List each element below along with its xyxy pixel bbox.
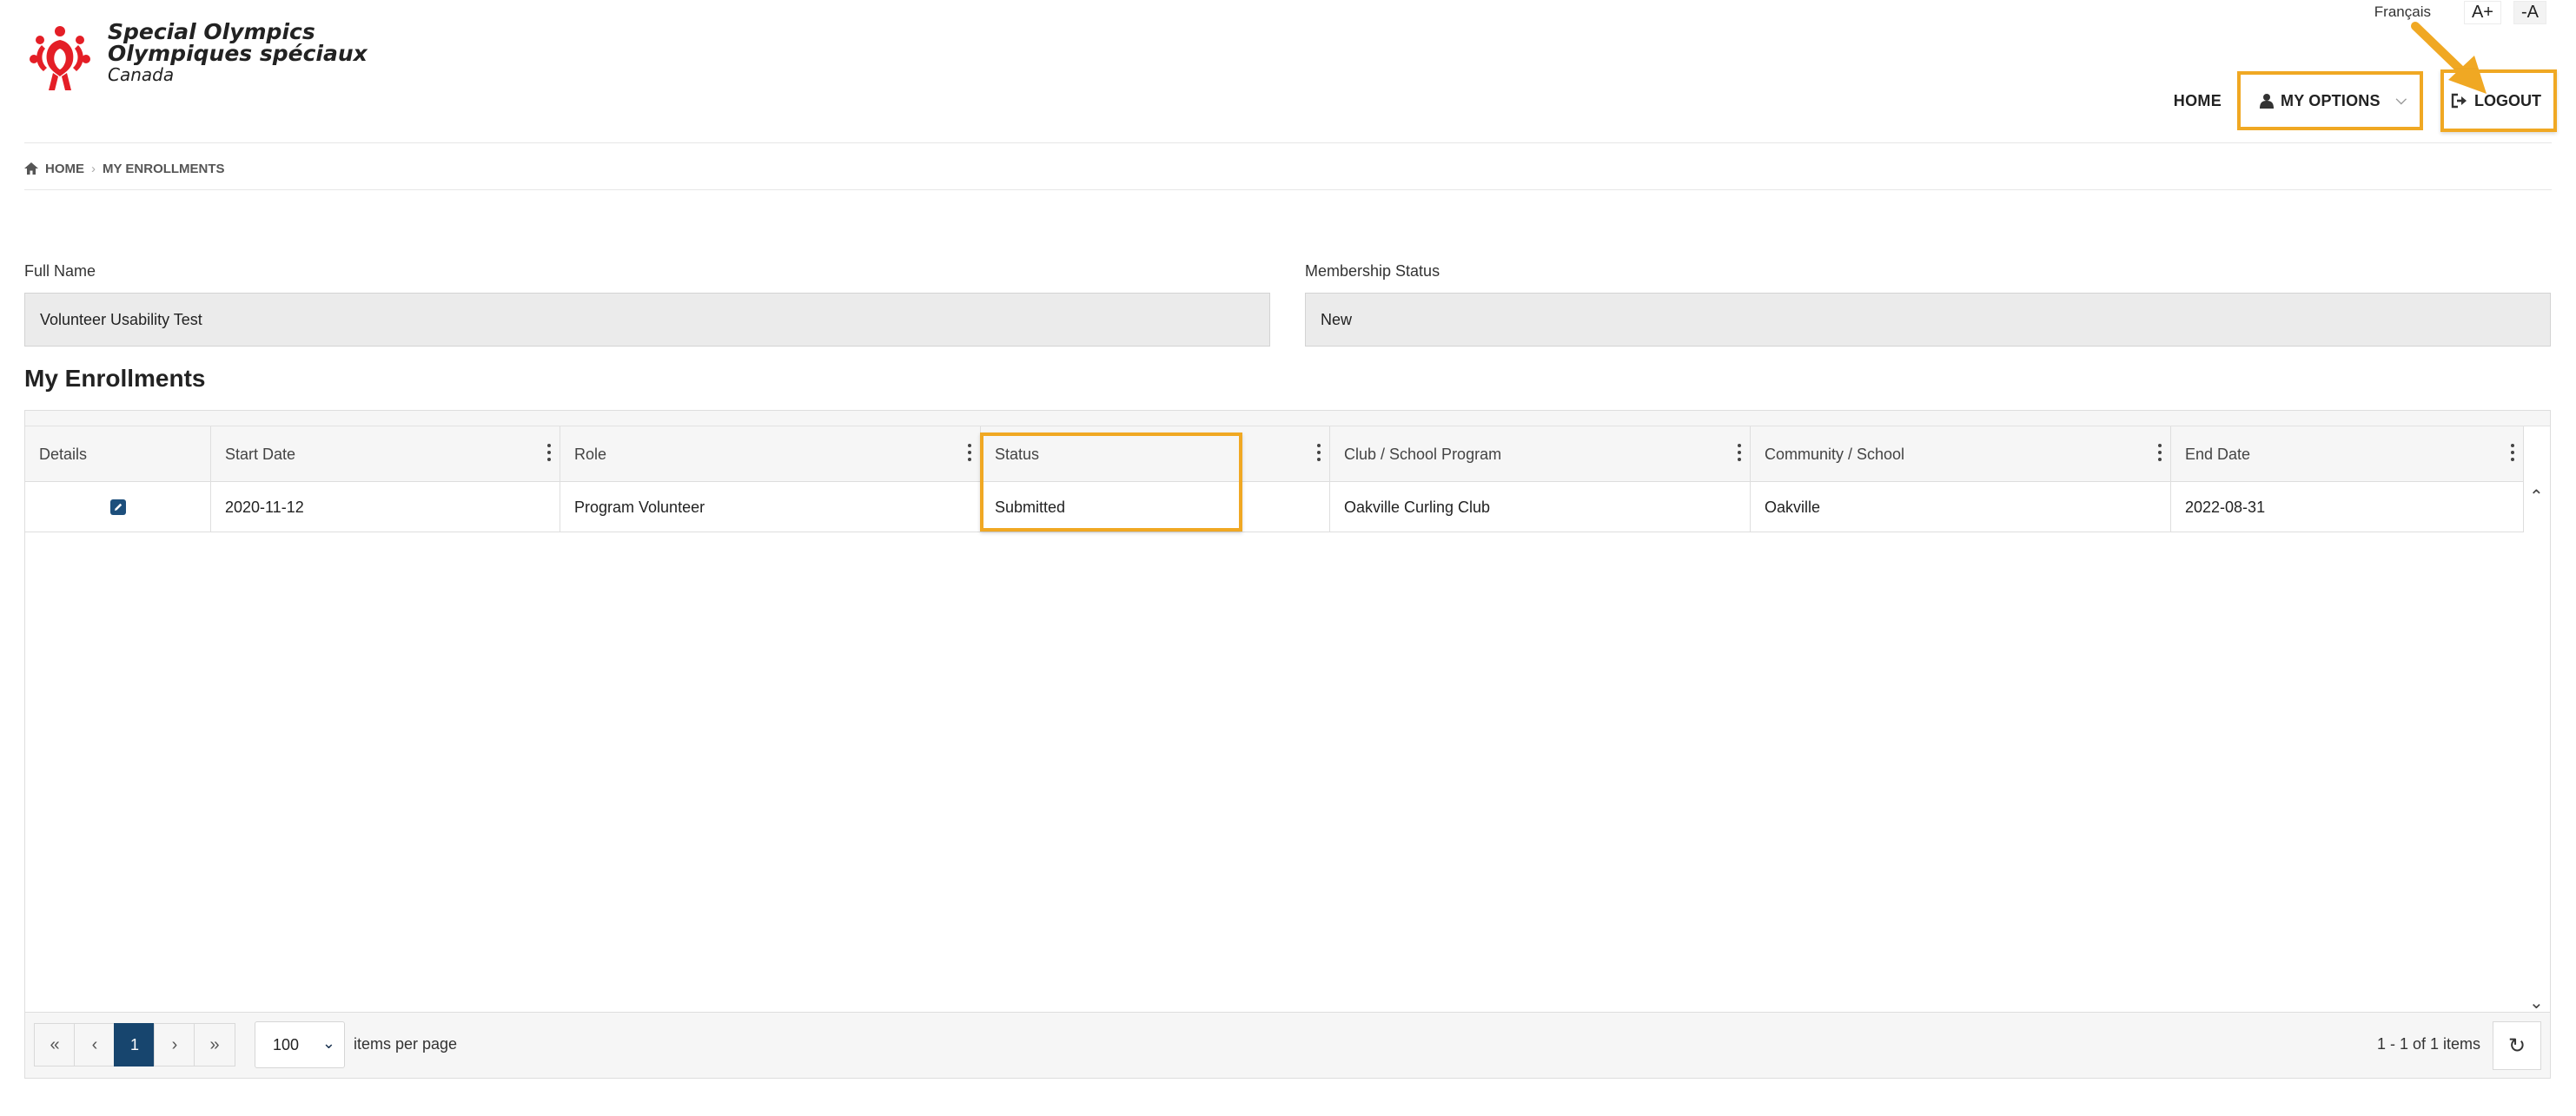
column-menu-icon[interactable] bbox=[2511, 444, 2514, 461]
my-options-label: MY OPTIONS bbox=[2281, 91, 2381, 109]
brand-name: Special Olympics Olympiques spéciaux Can… bbox=[108, 21, 368, 85]
home-icon[interactable] bbox=[24, 162, 38, 175]
logout-button[interactable]: LOGOUT bbox=[2440, 69, 2557, 132]
brand-line-french: Olympiques spéciaux bbox=[108, 41, 368, 66]
cell-community: Oakville bbox=[1751, 482, 2171, 532]
column-header-end-date[interactable]: End Date bbox=[2171, 426, 2524, 482]
column-header-status[interactable]: Status bbox=[981, 426, 1330, 482]
column-menu-icon[interactable] bbox=[1738, 444, 1741, 461]
breadcrumb-home-link[interactable]: HOME bbox=[45, 162, 84, 176]
column-menu-icon[interactable] bbox=[2158, 444, 2162, 461]
column-header-label: Community / School bbox=[1765, 445, 1905, 463]
my-options-menu[interactable]: MY OPTIONS ⌵ bbox=[2237, 71, 2423, 130]
refresh-icon[interactable]: ↻ bbox=[2493, 1021, 2541, 1070]
next-page-icon[interactable]: › bbox=[154, 1023, 195, 1066]
column-header-label: Status bbox=[995, 445, 1040, 463]
enrollments-grid: Details Start Date Role Status Club / Sc… bbox=[24, 410, 2551, 1079]
column-header-label: End Date bbox=[2185, 445, 2251, 463]
column-header-community[interactable]: Community / School bbox=[1751, 426, 2171, 482]
page-size-value: 100 bbox=[273, 1035, 300, 1053]
breadcrumb-separator-icon: › bbox=[91, 161, 96, 176]
brand-logo[interactable]: Special Olympics Olympiques spéciaux Can… bbox=[24, 19, 389, 99]
page-title: My Enrollments bbox=[24, 365, 206, 392]
chevron-down-icon: ⌄ bbox=[321, 1034, 335, 1052]
cell-details bbox=[25, 482, 211, 532]
cell-role: Program Volunteer bbox=[560, 482, 981, 532]
column-header-club[interactable]: Club / School Program bbox=[1330, 426, 1751, 482]
column-menu-icon[interactable] bbox=[1317, 444, 1321, 461]
edit-icon[interactable] bbox=[109, 499, 126, 515]
language-toggle-link[interactable]: Français bbox=[2374, 3, 2431, 21]
column-header-role[interactable]: Role bbox=[560, 426, 981, 482]
grid-toolbar bbox=[25, 411, 2550, 426]
column-header-label: Start Date bbox=[225, 445, 296, 463]
cell-end-date: 2022-08-31 bbox=[2171, 482, 2524, 532]
scroll-down-icon[interactable]: ⌄ bbox=[2529, 992, 2544, 1014]
cell-club: Oakville Curling Club bbox=[1330, 482, 1751, 532]
page-size-select[interactable]: 100 ⌄ bbox=[255, 1021, 345, 1068]
full-name-field[interactable]: Volunteer Usability Test bbox=[24, 293, 1270, 347]
vertical-scrollbar[interactable]: ⌃ ⌄ bbox=[2524, 482, 2550, 1014]
brand-line-english: Special Olympics bbox=[108, 19, 315, 44]
logout-label: LOGOUT bbox=[2474, 91, 2541, 109]
previous-page-icon[interactable]: ‹ bbox=[74, 1023, 116, 1066]
sign-out-icon bbox=[2451, 93, 2467, 109]
column-menu-icon[interactable] bbox=[547, 444, 551, 461]
column-header-label: Club / School Program bbox=[1344, 445, 1502, 463]
special-olympics-logo-icon bbox=[30, 26, 90, 90]
items-per-page-label: items per page bbox=[354, 1035, 458, 1053]
page-number-button[interactable]: 1 bbox=[114, 1023, 156, 1066]
cell-start-date: 2020-11-12 bbox=[211, 482, 560, 532]
column-menu-icon[interactable] bbox=[968, 444, 971, 461]
breadcrumb-divider bbox=[24, 189, 2552, 190]
membership-status-label: Membership Status bbox=[1305, 262, 1440, 280]
table-row: 2020-11-12 Program Volunteer Submitted O… bbox=[25, 482, 2524, 532]
nav-home-link[interactable]: HOME bbox=[2174, 92, 2222, 110]
grid-header: Details Start Date Role Status Club / Sc… bbox=[25, 426, 2524, 482]
membership-status-field[interactable]: New bbox=[1305, 293, 2551, 347]
brand-line-country: Canada bbox=[108, 64, 175, 85]
column-header-label: Details bbox=[39, 445, 88, 463]
header-divider bbox=[24, 142, 2552, 143]
main-nav: HOME MY OPTIONS ⌵ LOGOUT bbox=[2174, 69, 2557, 132]
full-name-label: Full Name bbox=[24, 262, 96, 280]
cell-status: Submitted bbox=[981, 482, 1330, 532]
column-header-start-date[interactable]: Start Date bbox=[211, 426, 560, 482]
chevron-down-icon: ⌵ bbox=[2395, 93, 2407, 108]
breadcrumb-current: MY ENROLLMENTS bbox=[103, 161, 225, 176]
pager-range-info: 1 - 1 of 1 items bbox=[2376, 1035, 2480, 1053]
last-page-icon[interactable]: » bbox=[194, 1023, 235, 1066]
first-page-icon[interactable]: « bbox=[34, 1023, 76, 1066]
breadcrumb: HOME › MY ENROLLMENTS bbox=[24, 160, 225, 177]
column-header-details[interactable]: Details bbox=[25, 426, 211, 482]
grid-pager: « ‹ 1 › » 100 ⌄ items per page 1 - 1 of … bbox=[25, 1012, 2550, 1078]
scroll-up-icon[interactable]: ⌃ bbox=[2529, 485, 2544, 507]
font-decrease-button[interactable]: -A bbox=[2513, 0, 2546, 24]
user-icon bbox=[2260, 94, 2274, 109]
column-header-label: Role bbox=[574, 445, 607, 463]
